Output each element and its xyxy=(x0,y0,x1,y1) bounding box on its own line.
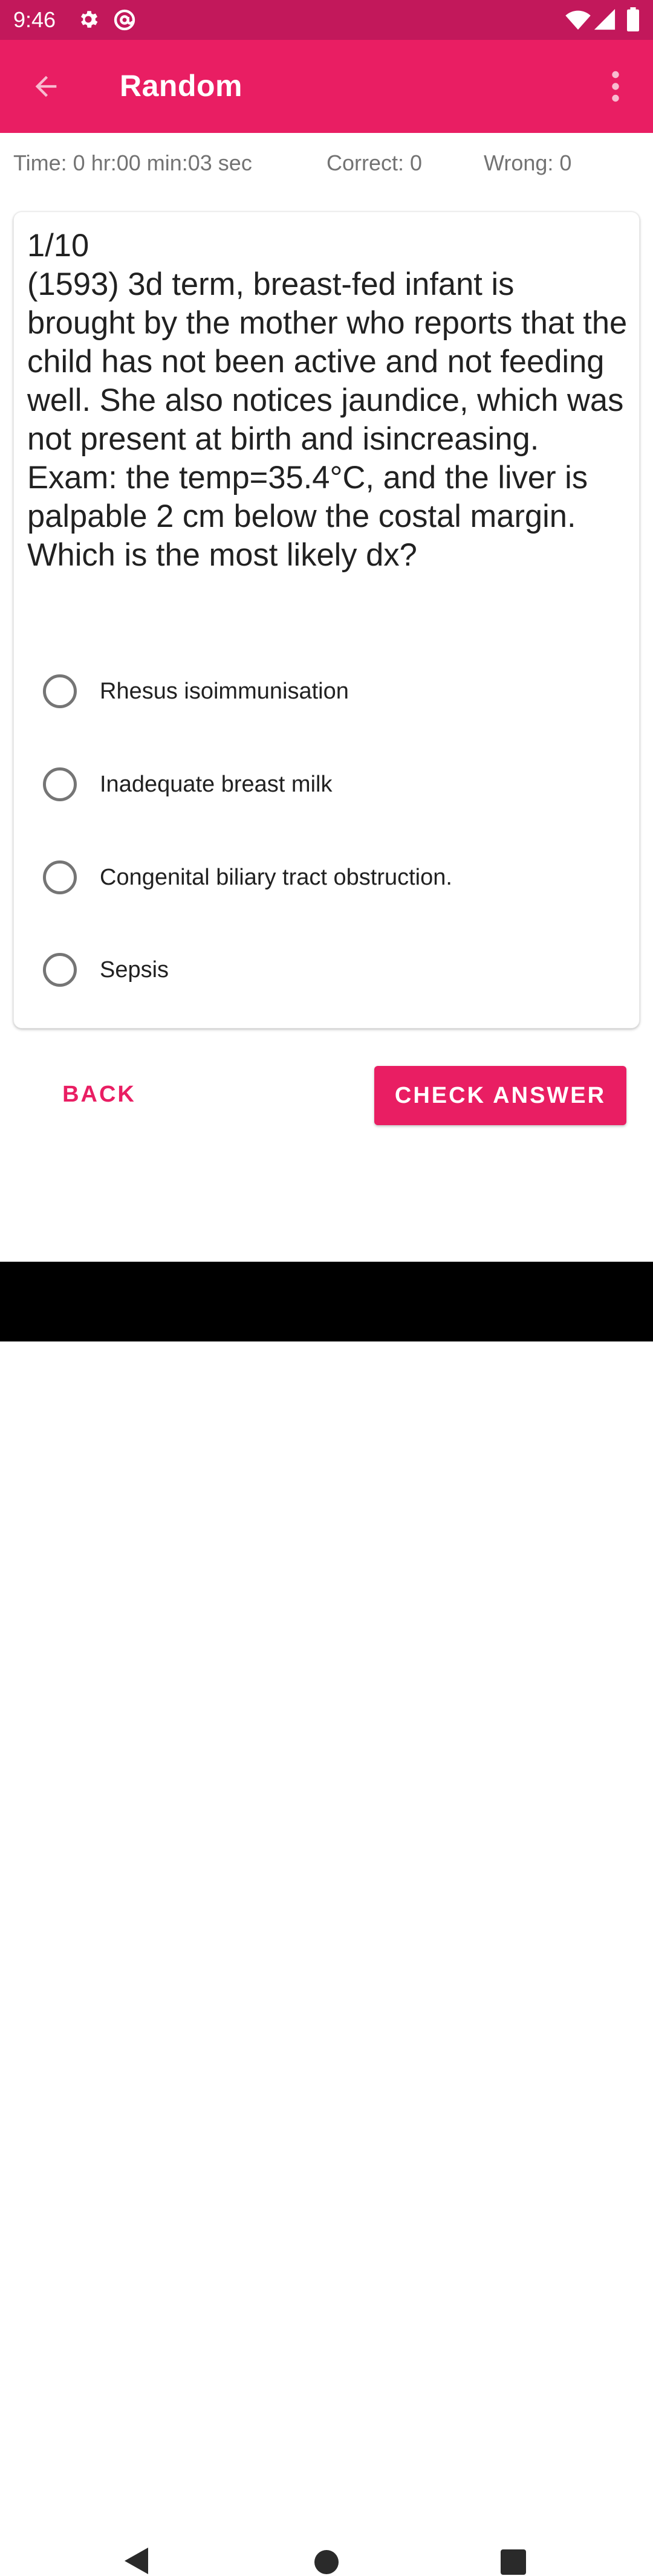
question-body: (1593) 3d term, breast-fed infant is bro… xyxy=(27,266,628,573)
elapsed-time: Time: 0 hr:00 min:03 sec xyxy=(13,150,252,175)
option-radio-4[interactable]: Sepsis xyxy=(43,946,611,994)
correct-count: Correct: 0 xyxy=(326,150,423,175)
check-answer-button[interactable]: CHECK ANSWER xyxy=(374,1066,626,1125)
wrong-count: Wrong: 0 xyxy=(484,150,572,175)
status-bar: 9:46 xyxy=(0,0,653,40)
radio-button[interactable] xyxy=(43,674,77,708)
signal-icon xyxy=(594,8,616,30)
app-bar: Random xyxy=(0,40,653,133)
page-title: Random xyxy=(120,69,242,103)
option-radio-3[interactable]: Congenital biliary tract obstruction. xyxy=(43,853,611,902)
status-time: 9:46 xyxy=(13,7,56,32)
battery-icon xyxy=(627,7,639,31)
nav-back-icon[interactable] xyxy=(123,2546,149,2576)
wifi-icon xyxy=(565,10,591,30)
question-card: 1/10 (1593) 3d term, breast-fed infant i… xyxy=(13,211,640,1028)
gear-icon xyxy=(80,11,98,28)
radio-button[interactable] xyxy=(43,953,77,987)
question-counter: 1/10 xyxy=(27,228,89,263)
option-radio-1[interactable]: Rhesus isoimmunisation xyxy=(43,667,611,715)
option-label[interactable]: Congenital biliary tract obstruction. xyxy=(100,862,452,893)
radio-button[interactable] xyxy=(43,767,77,801)
option-label[interactable]: Sepsis xyxy=(100,954,169,986)
radio-button[interactable] xyxy=(43,860,77,894)
nav-recents-icon[interactable] xyxy=(501,2549,526,2575)
option-radio-2[interactable]: Inadequate breast milk xyxy=(43,760,611,809)
option-label[interactable]: Rhesus isoimmunisation xyxy=(100,676,349,707)
option-label[interactable]: Inadequate breast milk xyxy=(100,769,332,800)
at-sign-icon xyxy=(114,9,135,31)
back-arrow-icon[interactable] xyxy=(30,71,62,102)
question-text: 1/10 (1593) 3d term, breast-fed infant i… xyxy=(27,227,629,575)
overflow-menu-icon[interactable] xyxy=(605,70,626,103)
back-button[interactable]: BACK xyxy=(44,1065,155,1124)
system-nav-bar xyxy=(0,1262,653,2575)
nav-home-icon[interactable] xyxy=(314,2549,339,2575)
